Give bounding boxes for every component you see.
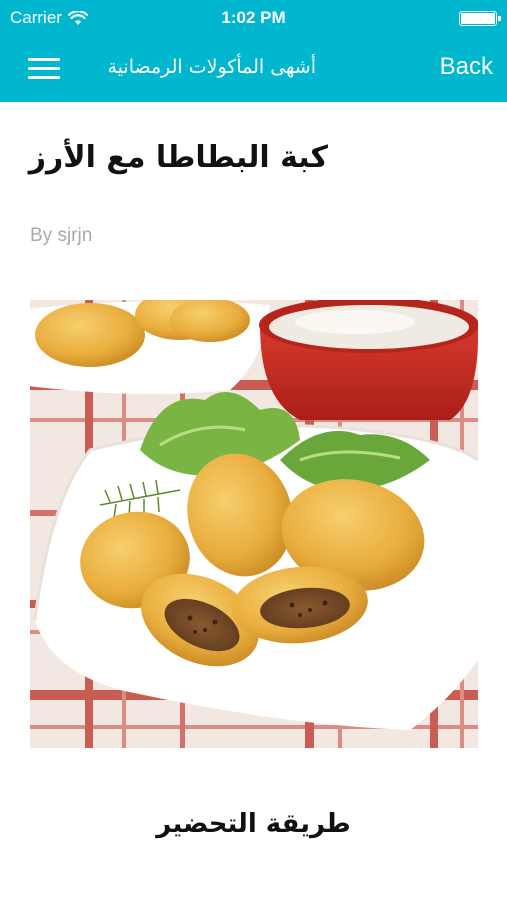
article-title: كبة البطاطا مع الأرز	[28, 140, 328, 175]
food-photo	[30, 300, 478, 748]
battery-icon	[459, 11, 501, 26]
hamburger-menu-icon[interactable]	[28, 57, 60, 81]
status-bar: Carrier 1:02 PM	[0, 0, 507, 36]
status-time: 1:02 PM	[221, 8, 286, 27]
nav-title: أشهى المأكولات الرمضانية	[107, 56, 317, 78]
back-button[interactable]: Back	[440, 53, 493, 81]
section-heading-preparation: طريقة التحضير	[156, 809, 351, 839]
author-byline: By sjrjn	[30, 225, 93, 246]
navigation-bar: أشهى المأكولات الرمضانية Back	[0, 36, 507, 102]
food-photo-illustration	[30, 300, 478, 748]
